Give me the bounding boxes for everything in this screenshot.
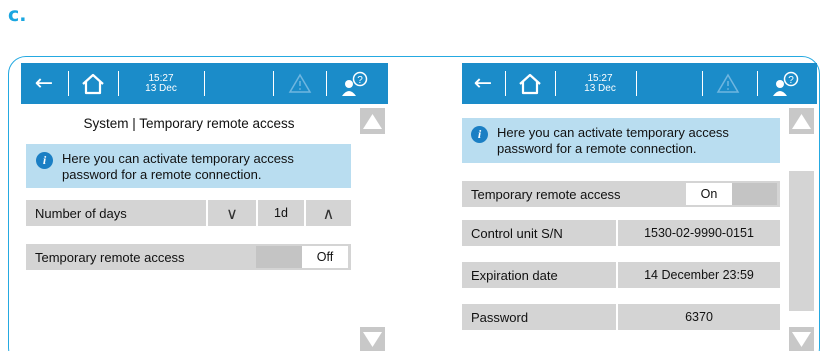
separator: [326, 71, 327, 96]
top-bar: ← 15:27 13 Dec ?: [21, 63, 388, 104]
clock-time: 15:27: [148, 72, 174, 84]
top-bar: ← 15:27 13 Dec ?: [462, 63, 817, 104]
left-screen: ← 15:27 13 Dec ? System | Temporary remo…: [21, 63, 388, 351]
chevron-down-icon: ∨: [226, 203, 238, 223]
expiration-value: 14 December 23:59: [644, 268, 754, 282]
separator: [68, 71, 69, 96]
scroll-down-button[interactable]: [360, 327, 385, 351]
toggle-knob: [732, 183, 777, 205]
expiration-label: Expiration date: [471, 267, 558, 283]
svg-text:?: ?: [788, 75, 794, 86]
triangle-up-icon: [363, 114, 382, 129]
scrollbar[interactable]: [357, 104, 388, 351]
separator: [636, 71, 637, 96]
home-button[interactable]: [510, 63, 550, 104]
triangle-down-icon: [363, 332, 382, 347]
scrollbar[interactable]: [786, 104, 817, 351]
info-text-line: password for a remote connection.: [497, 141, 697, 156]
home-icon: [519, 73, 541, 94]
arrow-left-icon: ←: [34, 70, 54, 96]
page-title: System | Temporary remote access: [83, 116, 295, 131]
main-content: System | Temporary remote access i Here …: [21, 104, 357, 351]
separator: [702, 71, 703, 96]
svg-text:?: ?: [357, 75, 363, 86]
clock: 15:27 13 Dec: [141, 63, 181, 104]
info-box: i Here you can activate temporary access…: [26, 144, 351, 188]
remote-access-label: Temporary remote access: [471, 186, 621, 202]
clock: 15:27 13 Dec: [580, 63, 620, 104]
scroll-up-button[interactable]: [360, 108, 385, 134]
separator: [204, 71, 205, 96]
arrow-left-icon: ←: [473, 70, 493, 96]
back-button[interactable]: ←: [25, 63, 63, 104]
chevron-up-icon: ∧: [322, 203, 335, 223]
remote-access-row: Temporary remote access Off: [26, 244, 351, 270]
separator: [505, 71, 506, 96]
figure-label: c.: [8, 4, 27, 26]
toggle-state: Off: [316, 250, 334, 264]
scroll-thumb[interactable]: [789, 171, 814, 311]
back-button[interactable]: ←: [464, 63, 502, 104]
user-help-icon: ?: [342, 71, 368, 96]
days-value: 1d: [274, 206, 288, 220]
scroll-down-button[interactable]: [789, 327, 814, 351]
main-content: i Here you can activate temporary access…: [462, 104, 786, 351]
info-text-line: password for a remote connection.: [62, 167, 262, 182]
separator: [118, 71, 119, 96]
password-label: Password: [471, 309, 529, 325]
warning-button[interactable]: [280, 63, 320, 104]
toggle-knob: [256, 246, 302, 268]
warning-triangle-icon: [288, 73, 312, 93]
info-text: Here you can activate temporary access p…: [62, 151, 294, 183]
info-icon: i: [471, 126, 488, 143]
toggle-state: On: [700, 187, 718, 201]
expiration-row: Expiration date 14 December 23:59: [462, 262, 780, 288]
clock-date: 13 Dec: [145, 82, 177, 94]
triangle-up-icon: [792, 114, 811, 129]
scroll-up-button[interactable]: [789, 108, 814, 134]
remote-access-toggle[interactable]: Off: [256, 246, 348, 268]
control-unit-value: 1530-02-9990-0151: [644, 226, 754, 240]
help-button[interactable]: ?: [334, 63, 374, 104]
warning-triangle-icon: [716, 73, 740, 93]
number-of-days-row: Number of days ∨ 1d ∧: [26, 200, 351, 226]
control-unit-row: Control unit S/N 1530-02-9990-0151: [462, 220, 780, 246]
separator: [273, 71, 274, 96]
info-text-line: Here you can activate temporary access: [497, 125, 729, 140]
home-button[interactable]: [73, 63, 113, 104]
help-button[interactable]: ?: [765, 63, 805, 104]
password-value: 6370: [685, 310, 713, 324]
info-icon: i: [36, 152, 53, 169]
increase-days-button[interactable]: ∧: [306, 200, 351, 226]
number-of-days-label: Number of days: [35, 205, 127, 221]
remote-access-row: Temporary remote access On: [462, 181, 780, 207]
clock-time: 15:27: [587, 72, 613, 84]
remote-access-toggle[interactable]: On: [686, 183, 777, 205]
password-row: Password 6370: [462, 304, 780, 330]
triangle-down-icon: [792, 332, 811, 347]
user-help-icon: ?: [773, 71, 799, 96]
control-unit-label: Control unit S/N: [471, 225, 563, 241]
clock-date: 13 Dec: [584, 82, 616, 94]
warning-button[interactable]: [708, 63, 748, 104]
info-box: i Here you can activate temporary access…: [462, 118, 780, 163]
info-text: Here you can activate temporary access p…: [497, 125, 729, 157]
right-screen: ← 15:27 13 Dec ? i Here you can activate…: [462, 63, 817, 351]
separator: [555, 71, 556, 96]
remote-access-label: Temporary remote access: [35, 249, 185, 265]
info-text-line: Here you can activate temporary access: [62, 151, 294, 166]
home-icon: [82, 73, 104, 94]
decrease-days-button[interactable]: ∨: [208, 200, 256, 226]
separator: [757, 71, 758, 96]
